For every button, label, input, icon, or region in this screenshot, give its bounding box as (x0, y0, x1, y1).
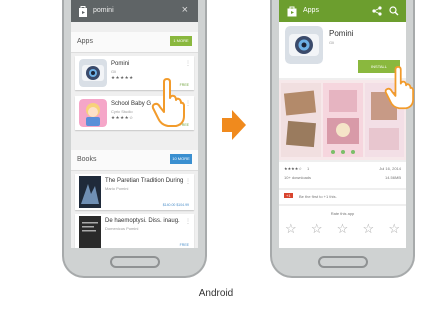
pomini-app-icon (285, 26, 323, 64)
downloads-count: 10+ downloads (284, 175, 312, 180)
rate-star-2[interactable]: ☆ (311, 221, 323, 237)
book-result[interactable]: The Paretian Tradition During Mario Pomi… (75, 174, 194, 210)
book-author: Domenicus Pomini (105, 226, 139, 231)
play-store-bag-icon[interactable] (286, 5, 298, 17)
rate-stars: ☆ ☆ ☆ ☆ ☆ (285, 221, 400, 237)
plus-one-badge[interactable]: +1 (284, 193, 293, 198)
rate-star-5[interactable]: ☆ (388, 221, 400, 237)
release-date: Jul 16, 2014 (379, 166, 401, 171)
school-baby-app-icon (79, 99, 107, 127)
apps-section-title: Apps (77, 38, 93, 45)
arrow-right-icon (222, 110, 246, 140)
app-name: School Baby G (111, 101, 152, 107)
share-icon[interactable] (372, 6, 382, 16)
rate-star-1[interactable]: ☆ (285, 221, 297, 237)
app-rating-stars: ★★★★★ (111, 75, 134, 80)
books-section-header: Books 10 MORE (71, 150, 198, 171)
book-cover-image (79, 216, 101, 248)
overflow-menu-icon[interactable]: ⋮ (185, 60, 191, 67)
books-section-title: Books (77, 156, 97, 163)
rating-stars: ★★★★☆ (284, 166, 302, 171)
app-name: Pomini (111, 61, 130, 67)
app-detail-screen: Apps Pomini Gli INSTALL ★★★★☆ 1 10+ down… (279, 0, 406, 248)
app-title: Pomini (329, 29, 354, 38)
phone-app-detail: Apps Pomini Gli INSTALL ★★★★☆ 1 10+ down… (270, 0, 415, 278)
platform-caption: Android (198, 288, 234, 299)
app-rating-stars: ★★★★☆ (111, 115, 134, 120)
search-query[interactable]: pomini (93, 7, 114, 14)
app-bar: Apps (279, 0, 406, 22)
home-button[interactable] (318, 256, 368, 268)
plus-one-row[interactable]: +1 Be the first to +1 this. (279, 190, 406, 204)
app-developer[interactable]: Gli (329, 40, 334, 45)
overflow-menu-icon[interactable]: ⋮ (185, 218, 191, 225)
search-icon[interactable] (389, 6, 399, 16)
app-developer: Cyric Studio (111, 109, 133, 114)
books-more-button[interactable]: 10 MORE (170, 154, 192, 164)
apps-more-button[interactable]: 1 MORE (170, 36, 192, 46)
search-bar[interactable]: pomini × (71, 0, 198, 22)
book-title: De haemoptysi. Diss. inaug. (105, 218, 180, 224)
overflow-menu-icon[interactable]: ⋮ (185, 178, 191, 185)
book-result[interactable]: De haemoptysi. Diss. inaug. Domenicus Po… (75, 214, 194, 248)
book-price: $140.00 $104.99 (162, 203, 189, 207)
app-stats: ★★★★☆ 1 10+ downloads Jul 16, 2014 14.56… (279, 162, 406, 188)
close-icon[interactable]: × (182, 4, 188, 16)
plus-one-text: Be the first to +1 this. (299, 194, 337, 199)
rate-star-3[interactable]: ☆ (337, 221, 349, 237)
book-title: The Paretian Tradition During (105, 178, 184, 184)
app-bar-title: Apps (303, 7, 319, 14)
book-author: Mario Pomini (105, 186, 129, 191)
tap-hand-icon (384, 66, 414, 110)
rating-count: 1 (307, 166, 310, 171)
book-cover-image (79, 176, 101, 208)
app-developer: Gli (111, 69, 116, 74)
rate-title: Rate this app (330, 211, 355, 216)
phone-search-results: pomini × Apps 1 MORE Pomini Gli ★★★★★ FR… (62, 0, 207, 278)
rate-star-4[interactable]: ☆ (362, 221, 374, 237)
home-button[interactable] (110, 256, 160, 268)
app-size: 14.56MB (384, 175, 401, 180)
book-price: FREE (179, 243, 189, 247)
play-store-bag-icon[interactable] (78, 5, 88, 17)
apps-section-header: Apps 1 MORE (71, 32, 198, 53)
rate-app-section: Rate this app ☆ ☆ ☆ ☆ ☆ (279, 206, 406, 248)
tap-hand-icon (151, 78, 185, 127)
pomini-app-icon (79, 59, 107, 87)
